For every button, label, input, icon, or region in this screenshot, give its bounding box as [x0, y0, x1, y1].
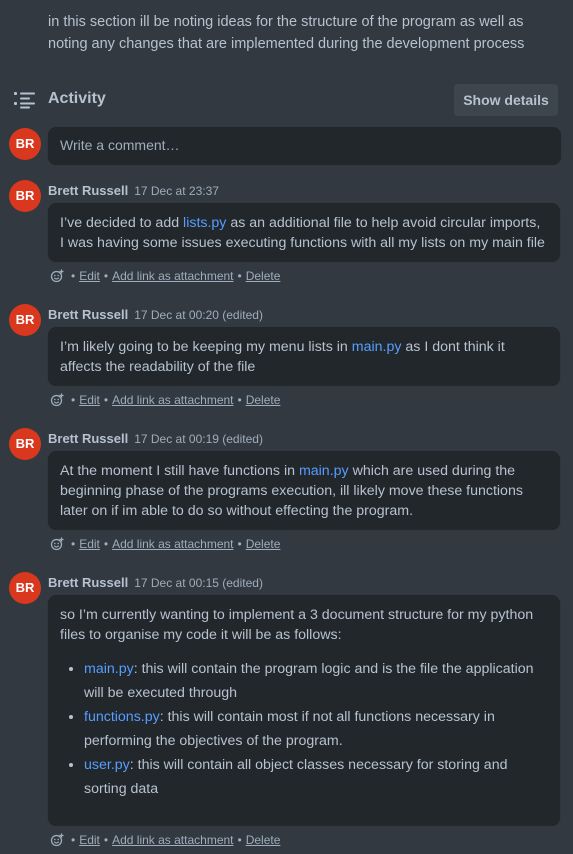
avatar[interactable]: BR — [9, 128, 41, 160]
file-link[interactable]: main.py — [352, 339, 402, 355]
delete-link[interactable]: Delete — [246, 393, 281, 407]
separator: • — [237, 537, 242, 551]
add-link-as-attachment-link[interactable]: Add link as attachment — [112, 537, 233, 551]
edit-link[interactable]: Edit — [79, 393, 100, 407]
add-reaction-icon[interactable] — [50, 393, 64, 407]
edit-link[interactable]: Edit — [79, 269, 100, 283]
edit-link[interactable]: Edit — [79, 537, 100, 551]
activity-title: Activity — [48, 90, 106, 107]
edit-link[interactable]: Edit — [79, 833, 100, 847]
comment-author[interactable]: Brett Russell — [48, 183, 128, 198]
separator: • — [71, 269, 76, 283]
separator: • — [71, 833, 76, 847]
avatar[interactable]: BR — [9, 428, 41, 460]
avatar[interactable]: BR — [9, 180, 41, 212]
comment-timestamp[interactable]: 17 Dec at 00:20 (edited) — [134, 308, 263, 322]
file-structure-list: main.py: this will contain the program l… — [60, 657, 548, 801]
add-reaction-icon[interactable] — [50, 269, 64, 283]
comment-text: so I’m currently wanting to implement a … — [60, 607, 534, 643]
separator: • — [237, 833, 242, 847]
separator: • — [237, 393, 242, 407]
separator: • — [103, 833, 109, 847]
add-link-as-attachment-link[interactable]: Add link as attachment — [112, 269, 233, 283]
list-item-text: : this will contain all object classes n… — [84, 757, 508, 797]
comment-actions: • Edit • Add link as attachment • Delete — [50, 537, 280, 551]
delete-link[interactable]: Delete — [246, 833, 281, 847]
file-link[interactable]: user.py — [84, 757, 130, 773]
comment-text: I’m likely going to be keeping my menu l… — [60, 339, 352, 355]
avatar[interactable]: BR — [9, 572, 41, 604]
comment-timestamp[interactable]: 17 Dec at 23:37 — [134, 184, 219, 198]
file-link[interactable]: functions.py — [84, 709, 160, 725]
delete-link[interactable]: Delete — [246, 537, 281, 551]
comment-author[interactable]: Brett Russell — [48, 575, 128, 590]
comment-actions: • Edit • Add link as attachment • Delete — [50, 833, 280, 847]
add-reaction-icon[interactable] — [50, 537, 64, 551]
comment-header: Brett Russell 17 Dec at 23:37 — [48, 183, 219, 198]
show-details-button[interactable]: Show details — [454, 84, 558, 116]
comment-actions: • Edit • Add link as attachment • Delete — [50, 393, 280, 407]
list-item: functions.py: this will contain most if … — [84, 705, 548, 753]
comment-timestamp[interactable]: 17 Dec at 00:19 (edited) — [134, 432, 263, 446]
comment-text: At the moment I still have functions in — [60, 463, 299, 479]
list-item: user.py: this will contain all object cl… — [84, 753, 548, 801]
separator: • — [71, 393, 76, 407]
file-link[interactable]: lists.py — [183, 215, 226, 231]
comment-author[interactable]: Brett Russell — [48, 431, 128, 446]
add-link-as-attachment-link[interactable]: Add link as attachment — [112, 833, 233, 847]
comment-input[interactable]: Write a comment… — [48, 127, 561, 164]
list-item-text: : this will contain the program logic an… — [84, 661, 534, 701]
activity-list-icon — [14, 92, 35, 109]
comment-body: so I’m currently wanting to implement a … — [48, 595, 560, 825]
separator: • — [71, 537, 76, 551]
separator: • — [237, 269, 242, 283]
file-link[interactable]: main.py — [299, 463, 349, 479]
comment-text: I’ve decided to add — [60, 215, 184, 231]
comment-header: Brett Russell 17 Dec at 00:20 (edited) — [48, 307, 263, 322]
file-link[interactable]: main.py — [84, 661, 134, 677]
add-link-as-attachment-link[interactable]: Add link as attachment — [112, 393, 233, 407]
separator: • — [103, 537, 109, 551]
comment-actions: • Edit • Add link as attachment • Delete — [50, 269, 280, 283]
comment-author[interactable]: Brett Russell — [48, 307, 128, 322]
comment-body: I’m likely going to be keeping my menu l… — [48, 327, 560, 385]
comment-body: At the moment I still have functions in … — [48, 451, 560, 529]
delete-link[interactable]: Delete — [246, 269, 281, 283]
comment-body: I’ve decided to add lists.py as an addit… — [48, 203, 560, 261]
comment-header: Brett Russell 17 Dec at 00:15 (edited) — [48, 575, 263, 590]
separator: • — [103, 269, 109, 283]
card-description: in this section ill be noting ideas for … — [48, 14, 525, 52]
comment-header: Brett Russell 17 Dec at 00:19 (edited) — [48, 431, 263, 446]
comment-timestamp[interactable]: 17 Dec at 00:15 (edited) — [134, 576, 263, 590]
list-item: main.py: this will contain the program l… — [84, 657, 548, 705]
separator: • — [103, 393, 109, 407]
avatar[interactable]: BR — [9, 304, 41, 336]
add-reaction-icon[interactable] — [50, 833, 64, 847]
